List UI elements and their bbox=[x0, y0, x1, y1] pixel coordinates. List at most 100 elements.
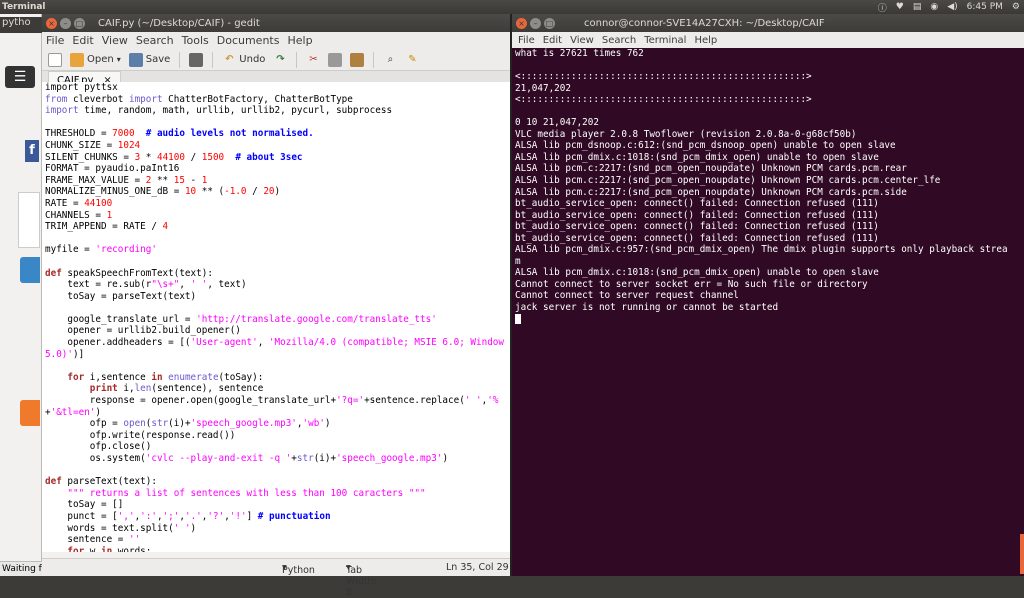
code-line: opener = urllib2.build_opener() bbox=[45, 325, 510, 337]
chevron-down-icon[interactable]: ▾ bbox=[117, 55, 121, 64]
code-token: 1500 bbox=[201, 151, 225, 163]
code-token: 'Mozilla/4.0 (compatible; MSIE 6.0; Wind… bbox=[268, 337, 504, 349]
indicator-area: ⓘ ♥ ▤ ◉ ◀) 6:45 PM ⚙ bbox=[878, 0, 1020, 14]
indicator-6[interactable]: ⚙ bbox=[1012, 2, 1020, 12]
code-token: 1 bbox=[201, 174, 208, 186]
indicator-4[interactable]: ◀) bbox=[947, 2, 957, 12]
indicator-1[interactable]: ♥ bbox=[896, 2, 904, 12]
code-line: CHUNK_SIZE = 1024 bbox=[45, 140, 510, 152]
code-line: sentence = '' bbox=[45, 534, 510, 546]
code-token: '?q=' bbox=[336, 395, 365, 407]
redo-button[interactable]: ↷ bbox=[271, 53, 289, 67]
menu-edit[interactable]: Edit bbox=[72, 34, 93, 47]
menu-terminal[interactable]: Terminal bbox=[644, 35, 686, 46]
browser-tab[interactable]: pytho bbox=[0, 17, 42, 33]
orange-button[interactable] bbox=[20, 400, 40, 426]
replace-icon: ✎ bbox=[408, 53, 417, 65]
menu-documents[interactable]: Documents bbox=[217, 34, 280, 47]
code-token: from bbox=[45, 93, 68, 105]
code-token: 4 bbox=[162, 221, 169, 233]
undo-button[interactable]: ↶ Undo bbox=[220, 53, 267, 67]
blue-button[interactable] bbox=[20, 257, 40, 283]
terminal-output[interactable]: what is 27621 times 762 <::::::::::::::::… bbox=[515, 48, 1024, 325]
code-token: myfile = bbox=[45, 244, 96, 256]
find-button[interactable]: ⌕ bbox=[381, 53, 399, 67]
terminal-line: bt_audio_service_open: connect() failed:… bbox=[515, 198, 879, 210]
gedit-title: CAIF.py (~/Desktop/CAIF) - gedit bbox=[98, 17, 260, 29]
indicator-0[interactable]: ⓘ bbox=[878, 1, 887, 14]
code-token: ) bbox=[190, 522, 197, 534]
menu-help[interactable]: Help bbox=[287, 34, 312, 47]
menu-icon[interactable]: ☰ bbox=[5, 66, 35, 88]
copy-button[interactable] bbox=[326, 52, 344, 67]
menu-file[interactable]: File bbox=[518, 35, 535, 46]
code-token: import pyttsx bbox=[45, 82, 118, 93]
indicator-3[interactable]: ◉ bbox=[930, 2, 938, 12]
print-button[interactable] bbox=[187, 52, 205, 67]
language-selector[interactable]: Python ▾ bbox=[282, 562, 315, 576]
minimize-icon[interactable]: – bbox=[530, 17, 541, 29]
code-token: / bbox=[184, 151, 202, 163]
terminal-line: ALSA lib pcm_dmix.c:1018:(snd_pcm_dmix_o… bbox=[515, 151, 879, 163]
close-icon[interactable]: × bbox=[46, 17, 57, 29]
terminal-line: ALSA lib pcm.c:2217:(snd_pcm_open_noupda… bbox=[515, 175, 941, 187]
code-token: len bbox=[134, 383, 152, 395]
save-label: Save bbox=[145, 54, 171, 65]
code-token: '!' bbox=[229, 510, 247, 522]
code-token: in bbox=[100, 545, 113, 552]
code-token: enumerate bbox=[168, 371, 219, 383]
indicator-5[interactable]: 6:45 PM bbox=[967, 2, 1003, 12]
paste-button[interactable] bbox=[348, 52, 366, 67]
menu-file[interactable]: File bbox=[46, 34, 64, 47]
replace-button[interactable]: ✎ bbox=[403, 53, 421, 67]
menu-view[interactable]: View bbox=[102, 34, 128, 47]
code-line: response = opener.open(google_translate_… bbox=[45, 395, 510, 407]
code-token: CHANNELS = bbox=[45, 209, 107, 221]
terminal-line: m bbox=[515, 255, 521, 267]
code-line: import time, random, math, urllib, urlli… bbox=[45, 105, 510, 117]
menu-tools[interactable]: Tools bbox=[182, 34, 209, 47]
code-token: , bbox=[257, 337, 269, 349]
facebook-icon[interactable]: f bbox=[25, 140, 39, 162]
maximize-icon[interactable]: □ bbox=[544, 17, 555, 29]
menu-help[interactable]: Help bbox=[694, 35, 717, 46]
indicator-2[interactable]: ▤ bbox=[913, 2, 922, 12]
save-button[interactable]: Save bbox=[127, 52, 173, 67]
code-line: TRIM_APPEND = RATE / 4 bbox=[45, 221, 510, 233]
code-line: SILENT_CHUNKS = 3 * 44100 / 1500 # about… bbox=[45, 152, 510, 164]
code-line: text = re.sub(r"\s+", ' ', text) bbox=[45, 279, 510, 291]
separator bbox=[212, 51, 214, 68]
open-button[interactable]: Open ▾ bbox=[68, 52, 123, 67]
maximize-icon[interactable]: □ bbox=[74, 17, 85, 29]
cut-button[interactable]: ✂ bbox=[304, 53, 322, 67]
code-token: NORMALIZE_MINUS_ONE_dB = bbox=[45, 186, 185, 198]
code-token: opener = urllib2.build_opener() bbox=[45, 325, 241, 337]
code-token: 7000 bbox=[112, 128, 135, 140]
code-token: 15 bbox=[173, 174, 185, 186]
separator bbox=[296, 51, 298, 68]
menu-search[interactable]: Search bbox=[602, 35, 636, 46]
tab-width-selector[interactable]: Tab Width: 8 ▾ bbox=[346, 562, 377, 598]
close-icon[interactable]: × bbox=[516, 17, 527, 29]
code-token: TRIM_APPEND = RATE / bbox=[45, 221, 163, 233]
code-token: # about 3sec bbox=[235, 151, 303, 163]
gedit-titlebar: × – □ CAIF.py (~/Desktop/CAIF) - gedit bbox=[42, 14, 510, 32]
scrollbar[interactable] bbox=[1020, 534, 1024, 574]
menu-edit[interactable]: Edit bbox=[543, 35, 562, 46]
code-line: print i,len(sentence), sentence bbox=[45, 383, 510, 395]
code-editor[interactable]: import pyttsx from cleverbot import Chatt… bbox=[42, 82, 510, 552]
code-line: THRESHOLD = 7000 # audio levels not norm… bbox=[45, 128, 510, 140]
code-line: RATE = 44100 bbox=[45, 198, 510, 210]
new-button[interactable] bbox=[46, 52, 64, 67]
code-token: FRAME_MAX_VALUE = bbox=[45, 174, 146, 186]
menu-search[interactable]: Search bbox=[136, 34, 174, 47]
code-token: speakSpeechFromText(text): bbox=[61, 267, 213, 279]
menu-view[interactable]: View bbox=[570, 35, 594, 46]
code-token: def bbox=[45, 476, 62, 488]
minimize-icon[interactable]: – bbox=[60, 17, 71, 29]
